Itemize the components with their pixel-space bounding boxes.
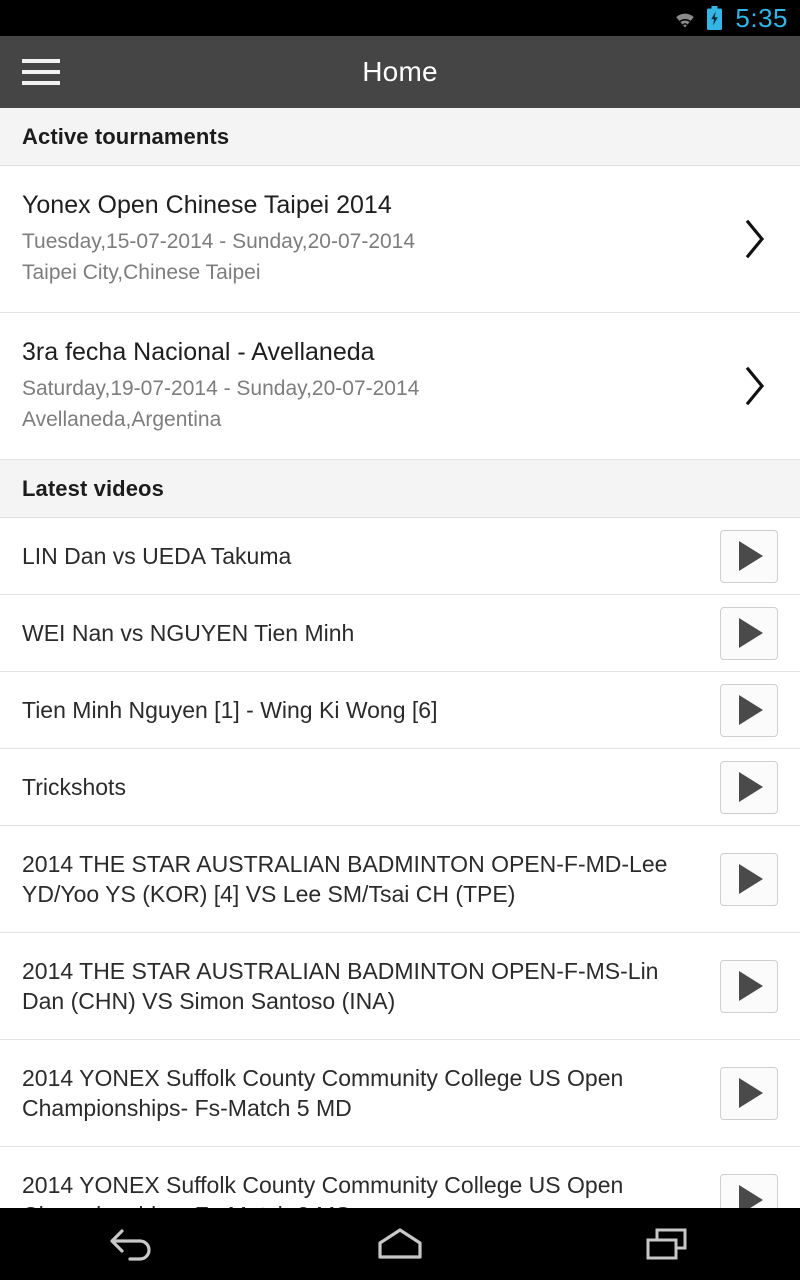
recent-apps-icon[interactable] bbox=[607, 1208, 727, 1280]
hamburger-bar-1 bbox=[22, 59, 60, 63]
video-title: Trickshots bbox=[22, 773, 126, 800]
hamburger-menu-icon[interactable] bbox=[22, 59, 60, 85]
play-icon[interactable] bbox=[720, 760, 778, 814]
tournament-dates: Tuesday,15-07-2014 - Sunday,20-07-2014 bbox=[22, 230, 416, 254]
section-header-latest-videos: Latest videos bbox=[0, 460, 800, 519]
play-icon[interactable] bbox=[720, 683, 778, 737]
play-triangle bbox=[739, 1078, 763, 1109]
video-title: 2014 YONEX Suffolk County Community Coll… bbox=[22, 1171, 624, 1208]
video-title: WEI Nan vs NGUYEN Tien Minh bbox=[22, 619, 355, 646]
video-list-item[interactable]: 2014 YONEX Suffolk County Community Coll… bbox=[0, 1147, 800, 1208]
video-title: Tien Minh Nguyen [1] - Wing Ki Wong [6] bbox=[22, 696, 438, 723]
video-title: 2014 THE STAR AUSTRALIAN BADMINTON OPEN-… bbox=[22, 850, 668, 908]
tournament-location: Avellaneda,Argentina bbox=[22, 407, 222, 431]
play-icon[interactable] bbox=[720, 606, 778, 660]
tournament-dates: Saturday,19-07-2014 - Sunday,20-07-2014 bbox=[22, 377, 420, 401]
battery-charging-icon bbox=[707, 6, 723, 30]
page-title: Home bbox=[362, 56, 438, 87]
video-list-item[interactable]: WEI Nan vs NGUYEN Tien Minh bbox=[0, 595, 800, 673]
tournament-title: Yonex Open Chinese Taipei 2014 bbox=[22, 191, 392, 219]
chevron-right-icon[interactable] bbox=[732, 363, 778, 409]
video-list-item[interactable]: 2014 THE STAR AUSTRALIAN BADMINTON OPEN-… bbox=[0, 826, 800, 934]
scroll-content[interactable]: Active tournaments Yonex Open Chinese Ta… bbox=[0, 108, 800, 1208]
video-list-item[interactable]: Trickshots bbox=[0, 749, 800, 827]
video-list-item[interactable]: 2014 THE STAR AUSTRALIAN BADMINTON OPEN-… bbox=[0, 933, 800, 1041]
video-list-item[interactable]: 2014 YONEX Suffolk County Community Coll… bbox=[0, 1040, 800, 1148]
chevron-right-icon[interactable] bbox=[732, 216, 778, 262]
play-triangle bbox=[739, 541, 763, 572]
hamburger-bar-3 bbox=[22, 81, 60, 85]
status-bar-clock: 5:35 bbox=[735, 3, 788, 33]
play-icon[interactable] bbox=[720, 1066, 778, 1120]
play-icon[interactable] bbox=[720, 529, 778, 583]
play-triangle bbox=[739, 772, 763, 803]
play-triangle bbox=[739, 1185, 763, 1208]
video-title: LIN Dan vs UEDA Takuma bbox=[22, 542, 292, 569]
play-triangle bbox=[739, 971, 763, 1002]
section-header-active-tournaments: Active tournaments bbox=[0, 108, 800, 166]
play-triangle bbox=[739, 618, 763, 649]
back-arrow-icon[interactable] bbox=[73, 1208, 193, 1280]
home-icon[interactable] bbox=[340, 1208, 460, 1280]
action-bar: Home bbox=[0, 36, 800, 108]
status-bar: 5:35 bbox=[0, 0, 800, 36]
tournament-row[interactable]: 3ra fecha Nacional - Avellaneda Saturday… bbox=[0, 313, 800, 461]
hamburger-bar-2 bbox=[22, 70, 60, 74]
video-title: 2014 THE STAR AUSTRALIAN BADMINTON OPEN-… bbox=[22, 957, 659, 1015]
tournament-row[interactable]: Yonex Open Chinese Taipei 2014 Tuesday,1… bbox=[0, 166, 800, 314]
play-icon[interactable] bbox=[720, 959, 778, 1013]
video-title: 2014 YONEX Suffolk County Community Coll… bbox=[22, 1064, 624, 1122]
play-triangle bbox=[739, 864, 763, 895]
play-icon[interactable] bbox=[720, 1173, 778, 1208]
play-icon[interactable] bbox=[720, 852, 778, 906]
tournament-info: 3ra fecha Nacional - Avellaneda Saturday… bbox=[22, 337, 732, 435]
wifi-icon bbox=[676, 13, 695, 28]
section-title: Active tournaments bbox=[22, 123, 230, 149]
section-title: Latest videos bbox=[22, 475, 164, 501]
play-triangle bbox=[739, 695, 763, 726]
tournament-location: Taipei City,Chinese Taipei bbox=[22, 260, 261, 284]
tournament-info: Yonex Open Chinese Taipei 2014 Tuesday,1… bbox=[22, 190, 732, 288]
android-navigation-bar bbox=[0, 1208, 800, 1280]
video-list-item[interactable]: LIN Dan vs UEDA Takuma bbox=[0, 518, 800, 596]
video-list-item[interactable]: Tien Minh Nguyen [1] - Wing Ki Wong [6] bbox=[0, 672, 800, 750]
phone-screen: 5:35 Home Active tournaments Yonex Open … bbox=[0, 0, 800, 1280]
status-icon-group: 5:35 bbox=[672, 5, 788, 31]
tournament-title: 3ra fecha Nacional - Avellaneda bbox=[22, 338, 375, 367]
